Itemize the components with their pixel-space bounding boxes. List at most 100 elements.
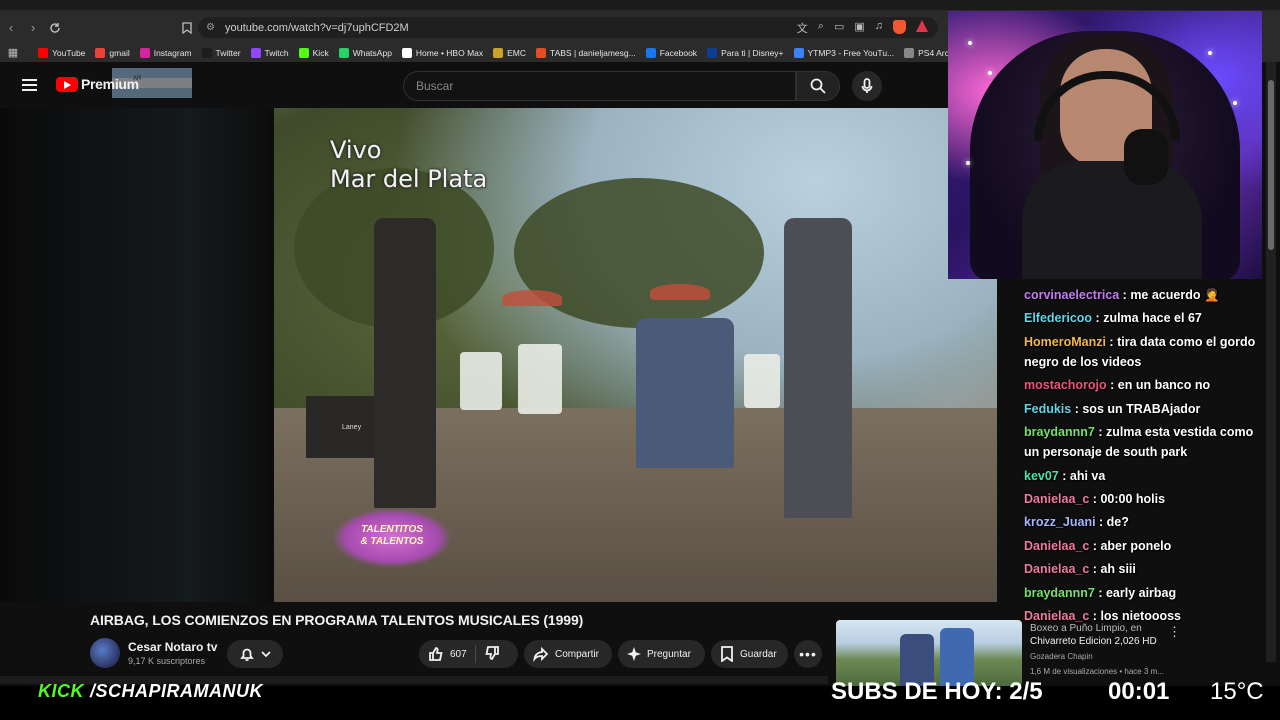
chat-separator: :: [1105, 334, 1118, 349]
amplifier: Laney: [306, 396, 384, 458]
webcam-shirt: [1022, 161, 1202, 279]
bookmark-item[interactable]: Instagram: [139, 47, 192, 58]
channel-name[interactable]: Cesar Notaro tv: [128, 640, 217, 654]
media-icon[interactable]: ♫: [875, 20, 883, 36]
apps-grid-icon[interactable]: ▦: [0, 46, 26, 59]
brave-rewards-icon[interactable]: [916, 20, 928, 32]
chat-username[interactable]: HomeroManzi: [1024, 335, 1106, 349]
thumbs-down-icon: [485, 645, 499, 660]
recommended-thumbnail[interactable]: [836, 620, 1022, 686]
stream-chat: corvinaelectrica : me acuerdo 🤦 Elfederic…: [1018, 286, 1262, 631]
bookmark-page-icon[interactable]: [176, 17, 198, 39]
chat-text: ah siii: [1100, 562, 1136, 577]
bookmark-item[interactable]: Twitter: [201, 47, 241, 58]
webcam-light: [988, 71, 992, 75]
bookmark-item[interactable]: TABS | danieljamesg...: [536, 47, 636, 58]
chat-separator: :: [1094, 425, 1106, 440]
chat-username[interactable]: Danielaa_c: [1024, 609, 1089, 623]
bell-icon: [240, 648, 254, 661]
video-scene-umbrella: [502, 290, 562, 306]
search-input[interactable]: Buscar: [403, 71, 796, 101]
notification-bell-button[interactable]: [227, 640, 283, 668]
chat-text: early airbag: [1105, 585, 1177, 600]
save-bookmark-icon: [721, 646, 733, 662]
bookmark-item[interactable]: Home • HBO Max: [401, 47, 483, 58]
menu-icon[interactable]: [22, 79, 37, 94]
chevron-down-icon: [261, 651, 271, 658]
chat-username[interactable]: mostachorojo: [1024, 378, 1107, 392]
temperature: 15°C: [1210, 678, 1264, 705]
logo-text: Premium: [81, 76, 139, 92]
page-scrollbar[interactable]: [1266, 62, 1276, 662]
bookmark-favicon-icon: [298, 47, 309, 58]
bookmark-favicon-icon: [95, 47, 106, 58]
chat-message: Danielaa_c : los nietoooss: [1018, 607, 1262, 627]
chat-username[interactable]: Danielaa_c: [1024, 562, 1089, 576]
voice-search-button[interactable]: [852, 71, 882, 101]
save-button[interactable]: Guardar: [711, 640, 788, 668]
screenshot-icon[interactable]: ▣: [854, 20, 864, 36]
brave-shields-icon[interactable]: [893, 20, 906, 34]
chat-username[interactable]: Danielaa_c: [1024, 492, 1089, 506]
channel-avatar[interactable]: [90, 638, 120, 668]
reload-icon[interactable]: [44, 17, 66, 39]
chat-separator: :: [1071, 401, 1083, 416]
webcam-microphone: [1124, 129, 1168, 185]
share-button[interactable]: Compartir: [524, 640, 612, 668]
video-scene-chair: [518, 344, 562, 414]
recommended-channel[interactable]: Gozadera Chapin: [1030, 652, 1093, 661]
save-label: Guardar: [740, 648, 777, 660]
chat-username[interactable]: krozz_Juani: [1024, 515, 1096, 529]
chat-username[interactable]: Fedukis: [1024, 402, 1071, 416]
chat-username[interactable]: braydannn7: [1024, 586, 1095, 600]
chat-message: braydannn7 : zulma esta vestida como un …: [1018, 423, 1262, 463]
player-letterbox: [0, 108, 274, 602]
bookmark-favicon-icon: [645, 47, 656, 58]
scrollbar-thumb[interactable]: [1268, 80, 1274, 250]
subs-goal: SUBS DE HOY: 2/5: [831, 678, 1043, 705]
chat-separator: :: [1092, 311, 1104, 326]
bookmark-item[interactable]: Facebook: [645, 47, 697, 58]
bookmark-item[interactable]: YTMP3 - Free YouTu...: [793, 47, 895, 58]
chat-text: sos un TRABAjador: [1082, 401, 1201, 416]
bookmark-favicon-icon: [401, 47, 412, 58]
chat-message: Danielaa_c : 00:00 holis: [1018, 490, 1262, 510]
chat-username[interactable]: Elfedericoo: [1024, 311, 1092, 325]
bookmark-item[interactable]: WhatsApp: [338, 47, 392, 58]
streamer-webcam: [948, 11, 1262, 279]
chat-message: Elfedericoo : zulma hace el 67: [1018, 309, 1262, 329]
bookmark-item[interactable]: gmail: [95, 47, 130, 58]
bookmark-item[interactable]: YouTube: [38, 47, 85, 58]
show-logo: TALENTITOS & TALENTOS: [332, 508, 452, 568]
chat-username[interactable]: braydannn7: [1024, 425, 1095, 439]
video-player[interactable]: Laney Vivo Mar del Plata TALENTITOS & TA…: [274, 108, 997, 602]
search-button[interactable]: [796, 71, 840, 101]
more-actions-button[interactable]: •••: [794, 640, 822, 668]
forward-icon[interactable]: ›: [22, 17, 44, 39]
bookmark-label: YTMP3 - Free YouTu...: [807, 47, 895, 58]
back-icon[interactable]: ‹: [0, 17, 22, 39]
address-bar[interactable]: ⚙ youtube.com/watch?v=dj7uphCFD2M 文 ⌕ ▭ …: [198, 17, 938, 38]
share-label: Compartir: [555, 648, 599, 660]
site-settings-icon[interactable]: ⚙: [206, 22, 215, 33]
bookmark-favicon-icon: [904, 47, 915, 58]
bookmark-item[interactable]: EMC: [493, 47, 526, 58]
zoom-icon[interactable]: ⌕: [818, 20, 824, 36]
bookmark-item[interactable]: Twitch: [250, 47, 289, 58]
chat-username[interactable]: kev07: [1024, 469, 1059, 483]
chat-message: Danielaa_c : aber ponelo: [1018, 537, 1262, 557]
youtube-premium-logo[interactable]: Premium: [56, 76, 139, 92]
share-icon: [533, 646, 549, 662]
caption-line-1: Vivo: [330, 136, 382, 164]
bookmark-item[interactable]: Kick: [298, 47, 329, 58]
bookmark-item[interactable]: Para ti | Disney+: [707, 47, 784, 58]
like-button[interactable]: 607: [419, 646, 467, 662]
ask-button[interactable]: Preguntar: [618, 640, 705, 668]
caption-line-2: Mar del Plata: [330, 165, 488, 193]
cast-icon[interactable]: ▭: [834, 20, 844, 36]
bookmark-label: Para ti | Disney+: [721, 47, 784, 58]
translate-icon[interactable]: 文: [797, 20, 808, 36]
chat-username[interactable]: corvinaelectrica: [1024, 288, 1119, 302]
chat-username[interactable]: Danielaa_c: [1024, 539, 1089, 553]
dislike-button[interactable]: [484, 645, 506, 664]
